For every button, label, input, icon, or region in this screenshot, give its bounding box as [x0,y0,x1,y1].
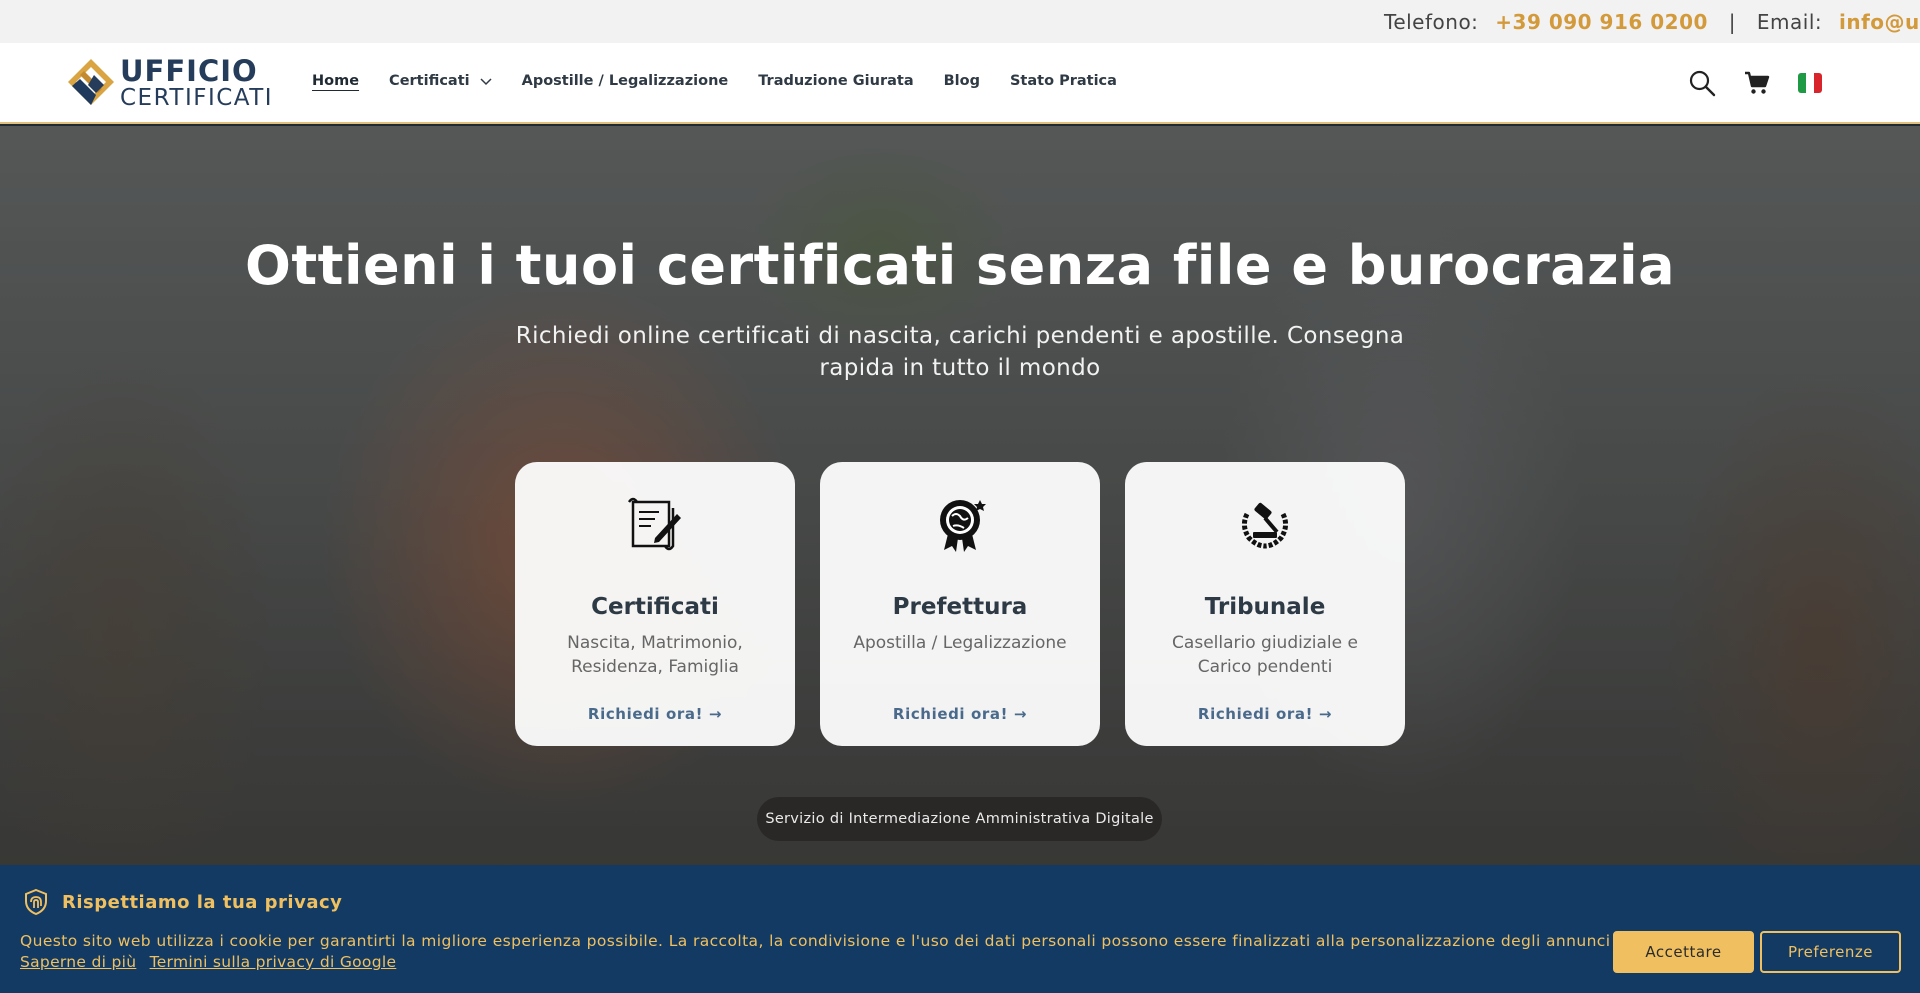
card-title: Prefettura [892,594,1028,620]
top-contact-bar: Telefono: +39 090 916 0200 | Email: info… [0,0,1920,43]
nav-item-label: Blog [943,73,980,89]
service-card-tribunale[interactable]: Tribunale Casellario giudiziale e Carico… [1125,462,1405,746]
nav-item-blog[interactable]: Blog [944,73,980,89]
service-badge: Servizio di Intermediazione Amministrati… [757,797,1162,841]
contact-info: Telefono: +39 090 916 0200 | Email: info… [1384,10,1920,34]
logo-line-2: CERTIFICATI [120,85,274,111]
contact-separator: | [1728,10,1737,34]
search-icon[interactable] [1688,69,1716,97]
chevron-down-icon [480,78,492,86]
cookie-banner: Rispettiamo la tua privacy Questo sito w… [0,865,1920,993]
learn-more-link[interactable]: Saperne di più [20,953,136,971]
nav-item-label: Apostille / Legalizzazione [521,73,729,89]
email-label: Email: [1756,10,1823,34]
nav-item-traduzione[interactable]: Traduzione Giurata [758,73,913,89]
nav-item-label: Stato Pratica [1009,73,1117,89]
google-privacy-terms-link[interactable]: Termini sulla privacy di Google [150,953,397,971]
accept-cookies-button[interactable]: Accettare [1613,931,1754,973]
card-title: Certificati [591,594,719,620]
certificate-scroll-icon [627,497,681,551]
nav-item-apostille[interactable]: Apostille / Legalizzazione [522,73,729,89]
logo-mark-icon [68,59,114,105]
richiedi-ora-link[interactable]: Richiedi ora! → [820,705,1100,723]
site-header: UFFICIO CERTIFICATI Home Certificati Apo… [0,43,1920,124]
header-actions [1688,69,1822,97]
nav-item-home[interactable]: Home [312,73,359,89]
logo-line-1: UFFICIO [120,54,258,88]
cookie-links: Saperne di più Termini sulla privacy di … [20,953,404,971]
nav-item-label: Home [312,73,360,89]
richiedi-ora-link[interactable]: Richiedi ora! → [1125,705,1405,723]
gavel-laurel-icon [1241,502,1289,549]
hero-section: Ottieni i tuoi certificati senza file e … [0,126,1920,993]
hero-title: Ottieni i tuoi certificati senza file e … [244,234,1676,297]
nav-item-label: Traduzione Giurata [758,73,914,89]
email-link[interactable]: info@ufficiocertificati.it [1839,10,1920,34]
cookie-title: Rispettiamo la tua privacy [62,891,343,913]
logo-wordmark: UFFICIO CERTIFICATI [120,57,273,110]
hero-subtitle: Richiedi online certificati di nascita, … [515,323,1405,381]
nav-item-label: Certificati [389,73,470,89]
cart-icon[interactable] [1743,69,1771,97]
card-description: Casellario giudiziale e Carico pendenti [1172,633,1358,677]
card-description: Nascita, Matrimonio, Residenza, Famiglia [567,633,743,677]
service-card-prefettura[interactable]: Prefettura Apostilla / Legalizzazione Ri… [820,462,1100,746]
main-nav: Home Certificati Apostille / Legalizzazi… [312,73,1147,89]
cookie-description: Questo sito web utilizza i cookie per ga… [20,932,1713,950]
card-title: Tribunale [1204,594,1326,620]
globe-award-icon [940,500,986,552]
phone-link[interactable]: +39 090 916 0200 [1495,10,1708,34]
service-card-certificati[interactable]: Certificati Nascita, Matrimonio, Residen… [515,462,795,746]
nav-item-stato-pratica[interactable]: Stato Pratica [1010,73,1117,89]
service-cards: Certificati Nascita, Matrimonio, Residen… [515,462,1430,746]
fingerprint-privacy-icon [25,888,47,916]
nav-item-certificati[interactable]: Certificati [389,73,492,89]
richiedi-ora-link[interactable]: Richiedi ora! → [515,705,795,723]
site-logo[interactable]: UFFICIO CERTIFICATI [66,55,272,113]
cookie-preferences-button[interactable]: Preferenze [1760,931,1901,973]
cookie-header: Rispettiamo la tua privacy [22,888,342,916]
phone-label: Telefono: [1384,10,1479,34]
italian-flag-icon[interactable] [1798,73,1822,93]
card-description: Apostilla / Legalizzazione [853,633,1067,653]
